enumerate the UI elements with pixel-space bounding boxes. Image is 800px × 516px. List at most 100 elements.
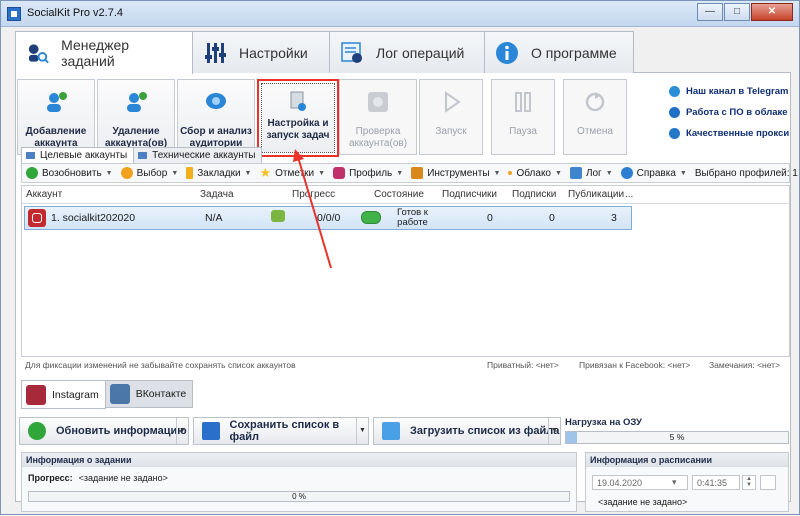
tab-label: ВКонтакте [135, 388, 187, 400]
status-toggle-icon [361, 211, 381, 224]
chevron-down-icon: ▼ [605, 169, 613, 177]
cell-posts: 3 [611, 212, 617, 224]
cloud-menu[interactable]: Облако ▼ [504, 168, 565, 179]
bookmarks-menu[interactable]: Закладки ▼ [182, 167, 255, 179]
add-account-button[interactable]: Добавление аккаунта [17, 79, 95, 155]
cancel-button[interactable]: Отмена [563, 79, 627, 155]
tab-about[interactable]: О программе [484, 31, 634, 73]
play-circle-icon [26, 167, 38, 179]
task-settings-button[interactable]: Настройка и запуск задач [257, 79, 339, 157]
ram-usage: Нагрузка на ОЗУ 5 % [565, 417, 789, 447]
cloud-link-label: Работа с ПО в облаке [686, 106, 788, 118]
cloud-link[interactable]: Работа с ПО в облаке [669, 104, 793, 120]
marks-menu[interactable]: ★ Отметки ▼ [255, 165, 329, 181]
load-list-button[interactable]: Загрузить список из файла ▼ [373, 417, 561, 445]
grid-header: Аккаунт Задача Прогресс Состояние Подпис… [22, 186, 789, 204]
minimize-button[interactable]: — [697, 3, 723, 21]
side-links: Наш канал в Telegram Работа с ПО в облак… [669, 83, 793, 146]
task-info-title: Информация о задании [22, 453, 576, 467]
telegram-icon [669, 85, 680, 97]
progress-value: <задание не задано> [78, 473, 168, 483]
time-reset-icon[interactable] [760, 475, 776, 490]
chevron-down-icon: ▼ [493, 169, 501, 177]
tab-technical-accounts[interactable]: Технические аккаунты [133, 147, 263, 163]
toolbar-label: Лог [585, 167, 602, 179]
cell-progress: 0/0/0 [317, 212, 341, 224]
check-account-icon [368, 92, 388, 112]
tools-menu[interactable]: Инструменты ▼ [407, 167, 504, 179]
select-menu[interactable]: Выбор ▼ [117, 167, 183, 179]
toolbar-label: Справка [636, 167, 676, 179]
telegram-link[interactable]: Наш канал в Telegram [669, 83, 793, 99]
column-header-more[interactable]: ... [625, 189, 633, 200]
cell-task: N/A [205, 212, 223, 224]
load-label: Загрузить список из файла [410, 425, 560, 437]
chevron-down-icon[interactable]: ▼ [176, 418, 188, 444]
chevron-down-icon[interactable]: ▼ [548, 418, 560, 444]
schedule-row: 19.04.2020 ▾ 0:41:35 ▲ ▼ [592, 475, 776, 490]
log-menu[interactable]: Лог ▼ [566, 167, 617, 179]
proxy-link[interactable]: Качественные прокси [669, 125, 793, 141]
schedule-info-panel: Информация о расписании 19.04.2020 ▾ 0:4… [585, 452, 789, 512]
tab-target-accounts[interactable]: Целевые аккаунты [21, 147, 135, 163]
resume-menu[interactable]: Возобновить ▼ [22, 167, 117, 179]
toolbar-label: Закладки [197, 167, 241, 179]
save-hint: Для фиксации изменений не забывайте сохр… [25, 360, 296, 370]
column-header-state[interactable]: Состояние [374, 189, 424, 200]
tab-label: Технические аккаунты [152, 150, 256, 161]
time-spinner[interactable]: ▲ ▼ [742, 475, 756, 490]
ram-progress-fill [566, 432, 578, 443]
vk-icon [109, 384, 130, 404]
android-icon [271, 210, 285, 222]
task-progress-line: Прогресс: <задание не задано> [28, 473, 168, 483]
remove-account-label: Удаление аккаунта(ов) [104, 126, 168, 149]
audience-analysis-label: Сбор и анализ аудитории [180, 126, 252, 149]
column-header-progress[interactable]: Прогресс [292, 189, 335, 200]
column-header-task[interactable]: Задача [200, 189, 234, 200]
column-header-following[interactable]: Подписки [512, 189, 556, 200]
tab-vkontakte[interactable]: ВКонтакте [104, 380, 194, 408]
column-header-account[interactable]: Аккаунт [26, 189, 62, 200]
schedule-time-field[interactable]: 0:41:35 [692, 475, 740, 490]
tab-settings[interactable]: Настройки [192, 31, 330, 73]
refresh-info-button[interactable]: Обновить информацию ▼ [19, 417, 189, 445]
schedule-date: 19.04.2020 [597, 478, 643, 488]
schedule-title: Информация о расписании [586, 453, 788, 467]
window-title: SocialKit Pro v2.7.4 [27, 7, 123, 19]
bookmark-icon [186, 167, 194, 179]
tab-operations-log[interactable]: Лог операций [329, 31, 485, 73]
cloud-icon [508, 171, 513, 175]
task-info-panel: Информация о задании Прогресс: <задание н… [21, 452, 577, 512]
task-progress-bar: 0 % [28, 491, 570, 502]
column-header-followers[interactable]: Подписчики [442, 189, 497, 200]
pause-button[interactable]: Пауза [491, 79, 555, 155]
private-status: Приватный: <нет> [487, 360, 559, 370]
ram-value: 5 % [669, 432, 685, 442]
log-icon [569, 167, 582, 179]
tab-task-manager[interactable]: Менеджер заданий [15, 31, 193, 74]
cell-following: 0 [549, 212, 555, 224]
table-row[interactable]: 1. socialkit202020 N/A 0/0/0 Готов к раб… [24, 206, 632, 230]
maximize-button[interactable]: □ [724, 3, 750, 21]
refresh-label: Обновить информацию [56, 425, 187, 437]
audience-analysis-button[interactable]: Сбор и анализ аудитории [177, 79, 255, 155]
chevron-down-icon[interactable]: ▼ [356, 418, 368, 444]
calendar-icon[interactable]: ▾ [672, 475, 686, 490]
tab-instagram[interactable]: Instagram [21, 380, 106, 409]
audience-icon [206, 93, 226, 109]
account-type-tabs: Целевые аккаунты Технические аккаунты [21, 147, 263, 163]
save-label: Сохранить список в файл [229, 419, 340, 443]
profile-menu[interactable]: Профиль ▼ [329, 167, 407, 179]
help-menu[interactable]: Справка ▼ [617, 167, 691, 179]
save-list-button[interactable]: Сохранить список в файл ▼ [193, 417, 369, 445]
notes-status: Замечания: <нет> [709, 360, 781, 370]
tab-label: Instagram [52, 388, 99, 401]
tab-label: Лог операций [376, 44, 465, 61]
start-button[interactable]: Запуск [419, 79, 483, 155]
schedule-note: <задание не задано> [598, 497, 688, 507]
ram-label: Нагрузка на ОЗУ [565, 417, 642, 428]
close-button[interactable]: ✕ [751, 3, 793, 21]
column-header-posts[interactable]: Публикации [568, 189, 624, 200]
check-account-button[interactable]: Проверка аккаунта(ов) [339, 79, 417, 155]
remove-account-button[interactable]: Удаление аккаунта(ов) [97, 79, 175, 155]
